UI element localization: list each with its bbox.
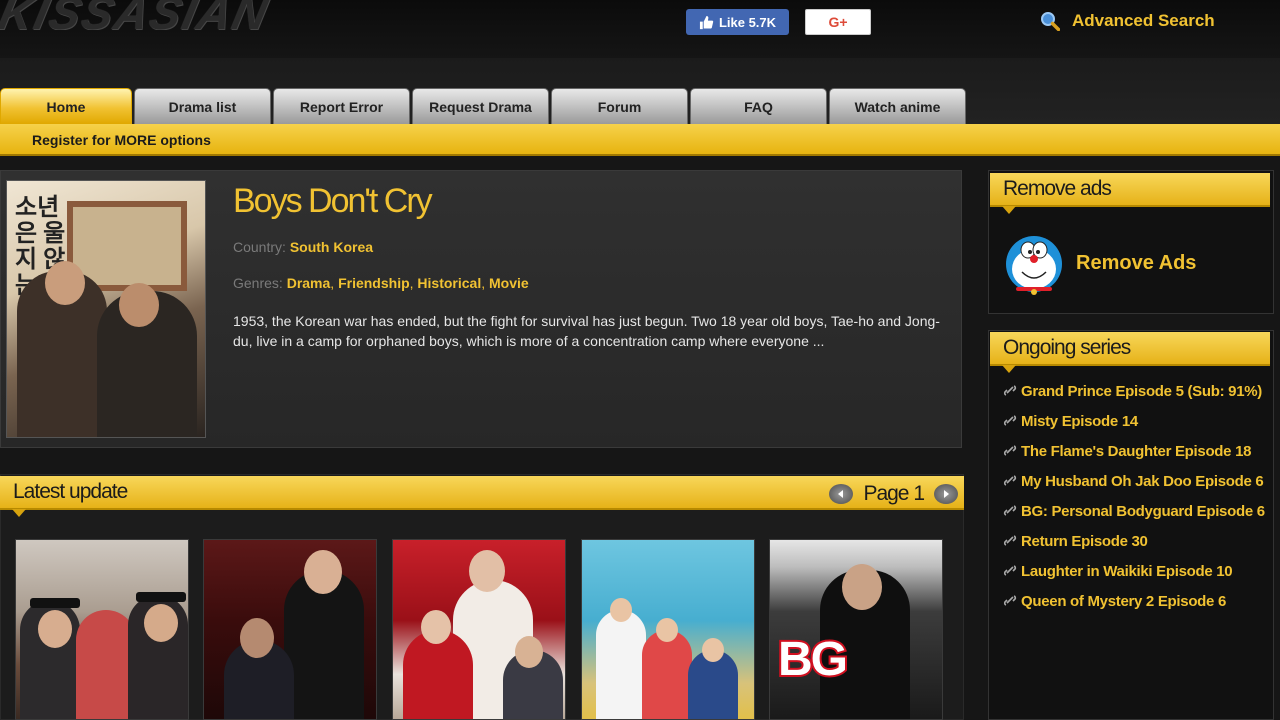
prev-page-button[interactable]: [829, 484, 854, 504]
thumb-face: [610, 598, 632, 622]
tab-watch-anime[interactable]: Watch anime: [829, 88, 966, 124]
country-label: Country:: [233, 239, 286, 255]
tab-home[interactable]: Home: [0, 88, 132, 124]
tab-drama-list[interactable]: Drama list: [134, 88, 271, 124]
thumb-figure: [642, 630, 692, 719]
ongoing-series-label: Queen of Mystery 2 Episode 6: [1021, 593, 1226, 610]
thumb-title-text: BG: [776, 631, 850, 688]
doraemon-icon[interactable]: [1004, 234, 1064, 296]
remove-ads-heading: Remove ads: [1003, 177, 1112, 200]
drama-thumbnail[interactable]: BG: [769, 539, 943, 720]
facebook-like-button[interactable]: Like 5.7K: [686, 9, 789, 35]
ongoing-series-item[interactable]: Return Episode 30: [1003, 530, 1265, 553]
ongoing-series-label: Laughter in Waikiki Episode 10: [1021, 563, 1233, 580]
genre-link[interactable]: Historical: [417, 275, 481, 291]
poster-face: [45, 261, 85, 305]
thumb-face: [421, 610, 451, 644]
advanced-search-label: Advanced Search: [1072, 11, 1215, 30]
ongoing-series-item[interactable]: Grand Prince Episode 5 (Sub: 91%): [1003, 380, 1265, 403]
latest-update-heading: Latest update: [13, 480, 128, 503]
thumb-face: [240, 618, 274, 658]
drama-thumbnail[interactable]: [581, 539, 755, 720]
thumb-face: [656, 618, 678, 642]
ongoing-series-label: Return Episode 30: [1021, 533, 1148, 550]
thumb-figure: [596, 610, 646, 719]
ongoing-series-header: Ongoing series: [990, 332, 1270, 373]
link-icon: [1003, 565, 1017, 576]
poster-face: [119, 283, 159, 327]
ongoing-series-heading: Ongoing series: [1003, 336, 1131, 359]
link-icon: [1003, 385, 1017, 396]
ongoing-series-list: Grand Prince Episode 5 (Sub: 91%) Misty …: [1003, 380, 1265, 620]
pager: Page 1: [829, 482, 958, 506]
country-row: Country: South Korea: [233, 239, 373, 255]
link-icon: [1003, 595, 1017, 606]
arrow-right-icon: [944, 490, 949, 498]
genre-link[interactable]: Drama: [287, 275, 331, 291]
ongoing-series-label: Misty Episode 14: [1021, 413, 1138, 430]
remove-ads-header: Remove ads: [990, 173, 1270, 214]
latest-update-header: Latest update Page 1: [0, 476, 964, 517]
thumb-hat: [136, 592, 186, 602]
link-icon: [1003, 505, 1017, 516]
site-logo[interactable]: KISSASIAN: [0, 0, 420, 30]
tab-forum[interactable]: Forum: [551, 88, 688, 124]
advanced-search-link[interactable]: Advanced Search: [1040, 9, 1215, 33]
remove-ads-link[interactable]: Remove Ads: [1076, 252, 1196, 275]
next-page-button[interactable]: [934, 484, 958, 504]
sub-nav-bar: Register for MORE options: [0, 124, 1280, 156]
page-label: Page 1: [863, 482, 925, 505]
thumb-figure: [76, 610, 136, 719]
thumb-face: [144, 604, 178, 642]
ongoing-series-label: BG: Personal Bodyguard Episode 6: [1021, 503, 1265, 520]
ongoing-series-item[interactable]: Queen of Mystery 2 Episode 6: [1003, 590, 1265, 613]
ongoing-series-item[interactable]: Laughter in Waikiki Episode 10: [1003, 560, 1265, 583]
link-icon: [1003, 445, 1017, 456]
featured-title[interactable]: Boys Don't Cry: [233, 182, 433, 221]
ongoing-series-label: Grand Prince Episode 5 (Sub: 91%): [1021, 383, 1262, 400]
featured-drama-panel: 소년은 울지 않는다: [0, 170, 962, 448]
genres-label: Genres:: [233, 275, 283, 291]
ongoing-series-label: The Flame's Daughter Episode 18: [1021, 443, 1252, 460]
link-icon: [1003, 535, 1017, 546]
arrow-left-icon: [838, 490, 844, 498]
register-link[interactable]: Register for MORE options: [32, 132, 211, 148]
google-plus-button[interactable]: G+: [805, 9, 871, 35]
thumb-face: [842, 564, 882, 610]
ongoing-series-label: My Husband Oh Jak Doo Episode 6: [1021, 473, 1264, 490]
thumb-face: [515, 636, 543, 668]
link-icon: [1003, 415, 1017, 426]
facebook-like-label: Like 5.7K: [718, 14, 777, 30]
drama-thumbnail[interactable]: [15, 539, 189, 720]
genres-row: Genres: Drama, Friendship, Historical, M…: [233, 275, 529, 291]
tab-request-drama[interactable]: Request Drama: [412, 88, 549, 124]
ongoing-series-item[interactable]: BG: Personal Bodyguard Episode 6: [1003, 500, 1265, 523]
ongoing-series-item[interactable]: Misty Episode 14: [1003, 410, 1265, 433]
nav-tabs: Home Drama list Report Error Request Dra…: [0, 88, 968, 124]
drama-thumbnail[interactable]: [392, 539, 566, 720]
featured-poster[interactable]: 소년은 울지 않는다: [6, 180, 206, 438]
tab-report-error[interactable]: Report Error: [273, 88, 410, 124]
thumbs-up-icon: [699, 15, 714, 29]
link-icon: [1003, 475, 1017, 486]
ongoing-series-item[interactable]: The Flame's Daughter Episode 18: [1003, 440, 1265, 463]
ongoing-series-item[interactable]: My Husband Oh Jak Doo Episode 6: [1003, 470, 1265, 493]
genre-link[interactable]: Friendship: [338, 275, 410, 291]
search-icon: [1041, 12, 1060, 31]
country-link[interactable]: South Korea: [290, 239, 373, 255]
tab-faq[interactable]: FAQ: [690, 88, 827, 124]
thumb-face: [702, 638, 724, 662]
thumb-hat: [30, 598, 80, 608]
thumb-face: [304, 550, 342, 594]
genre-link[interactable]: Movie: [489, 275, 529, 291]
site-header: KISSASIAN Like 5.7K G+ Advanced Search: [0, 0, 1280, 58]
drama-thumbnail[interactable]: [203, 539, 377, 720]
thumb-face: [469, 550, 505, 592]
featured-synopsis: 1953, the Korean war has ended, but the …: [233, 313, 940, 349]
thumb-face: [38, 610, 72, 648]
